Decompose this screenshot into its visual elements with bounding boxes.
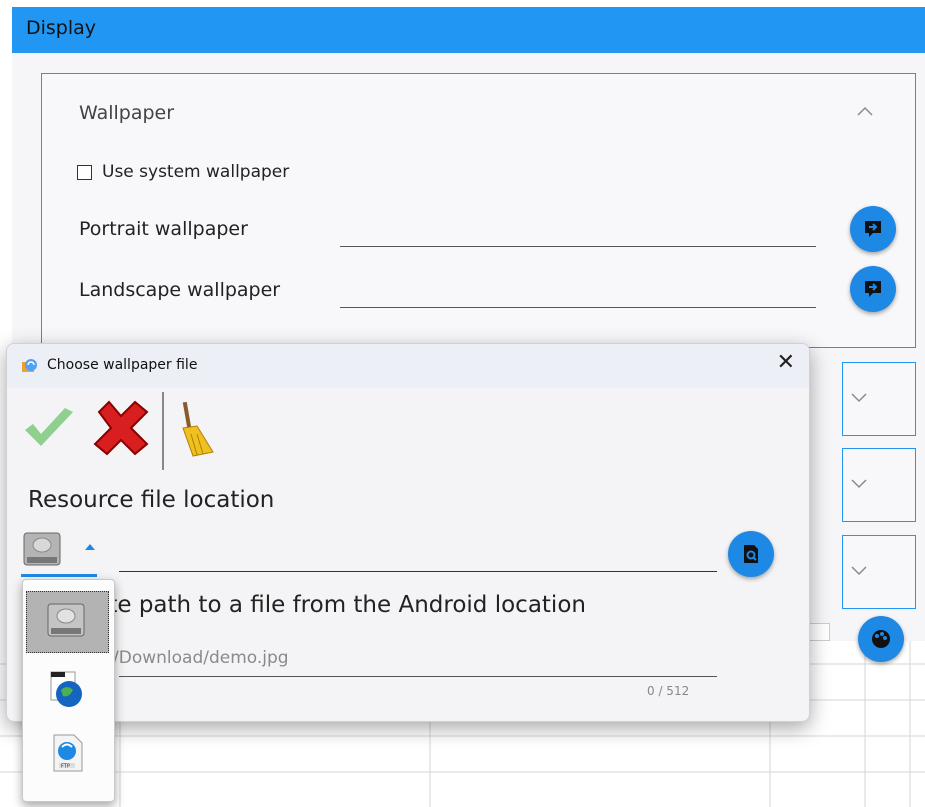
browse-file-button[interactable] (728, 531, 774, 577)
chevron-up-icon[interactable] (85, 544, 95, 550)
resource-location-input[interactable] (119, 571, 717, 572)
chevron-down-icon (851, 566, 867, 576)
file-search-icon (744, 545, 758, 563)
pick-portrait-button[interactable] (850, 206, 896, 252)
web-file-icon (50, 671, 82, 707)
dropdown-underline (21, 574, 97, 577)
checkbox-label: Use system wallpaper (102, 162, 290, 182)
use-system-wallpaper-checkbox[interactable] (77, 164, 92, 180)
chevron-up-icon[interactable] (857, 104, 873, 120)
option-ftp[interactable]: FTP (50, 733, 86, 777)
portrait-wallpaper-input[interactable] (340, 246, 816, 247)
window-title: Display (26, 17, 97, 39)
path-input[interactable]: /Download/demo.jpg (113, 648, 289, 668)
cancel-button[interactable] (91, 398, 151, 462)
option-web-file[interactable] (47, 670, 87, 714)
arrow-right-box-icon (865, 281, 881, 297)
collapsed-section-3[interactable] (842, 535, 916, 609)
svg-text:FTP: FTP (61, 764, 70, 770)
collapsed-section-1[interactable] (842, 362, 916, 436)
dialog-header: Choose wallpaper file ✕ (7, 344, 809, 388)
collapsed-section-2[interactable] (842, 448, 916, 522)
broom-icon (182, 401, 214, 457)
use-system-wallpaper-row[interactable]: Use system wallpaper (77, 162, 289, 182)
chevron-down-icon (851, 393, 867, 403)
red-x-icon (93, 400, 149, 456)
palette-icon (872, 630, 890, 648)
pick-landscape-button[interactable] (850, 266, 896, 312)
dialog-title: Choose wallpaper file (47, 357, 198, 373)
ftp-icon: FTP (53, 734, 83, 772)
close-icon[interactable]: ✕ (777, 350, 795, 375)
landscape-wallpaper-input[interactable] (340, 307, 816, 308)
background-control (808, 623, 830, 641)
check-icon (25, 408, 73, 446)
location-options-popup: FTP (22, 579, 115, 802)
path-input-underline (119, 676, 717, 677)
palette-button[interactable] (858, 616, 904, 662)
choose-wallpaper-dialog: Choose wallpaper file ✕ Resource file lo… (6, 343, 810, 722)
option-local-drive[interactable] (26, 591, 109, 653)
portrait-wallpaper-label: Portrait wallpaper (79, 218, 248, 240)
toolbar-separator (162, 392, 164, 470)
wallpaper-section: Wallpaper Use system wallpaper Portrait … (41, 73, 916, 348)
drive-icon (47, 603, 85, 637)
window-title-bar: Display (12, 7, 925, 53)
landscape-wallpaper-label: Landscape wallpaper (79, 279, 281, 301)
section-title: Wallpaper (79, 102, 175, 124)
chevron-down-icon (851, 479, 867, 489)
drive-icon (23, 532, 61, 566)
ok-button[interactable] (21, 404, 77, 456)
char-counter: 0 / 512 (647, 684, 690, 698)
arrow-right-box-icon (865, 221, 881, 237)
location-dropdown[interactable] (21, 531, 65, 573)
resource-location-label: Resource file location (28, 487, 275, 513)
app-icon (22, 359, 37, 372)
clear-button[interactable] (173, 400, 233, 464)
